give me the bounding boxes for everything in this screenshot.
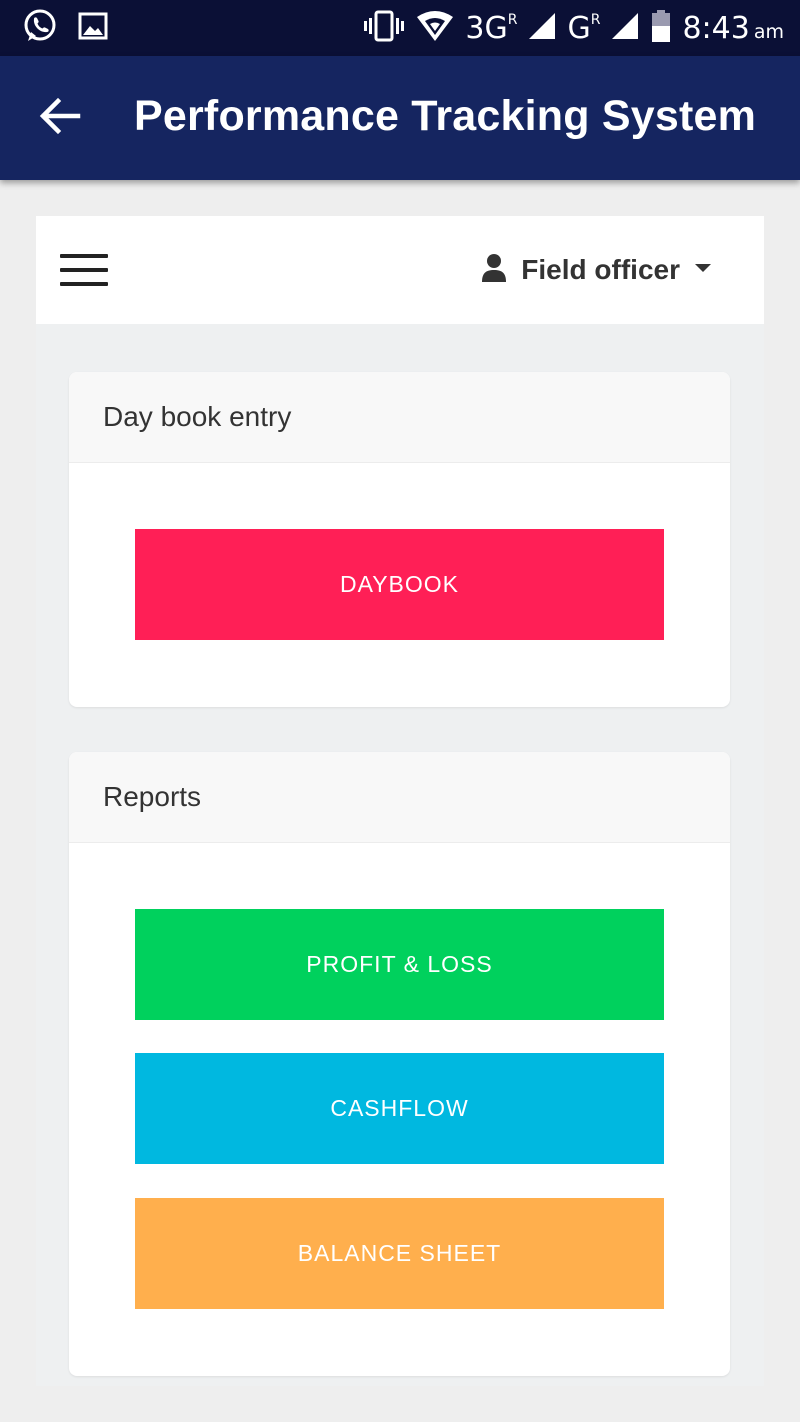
caret-down-icon — [694, 261, 712, 279]
hamburger-icon-line — [60, 254, 108, 258]
balance-sheet-button[interactable]: BALANCE SHEET — [135, 1198, 664, 1309]
signal-icon — [527, 11, 557, 46]
content-shell: Field officer Day book entry DAYBOOK Rep… — [36, 216, 764, 1386]
cashflow-button[interactable]: CASHFLOW — [135, 1053, 664, 1164]
reports-card-header: Reports — [69, 752, 730, 843]
image-icon — [78, 11, 108, 46]
daybook-button[interactable]: DAYBOOK — [135, 529, 664, 640]
top-navbar: Field officer — [36, 216, 764, 324]
daybook-card: Day book entry DAYBOOK — [69, 372, 730, 707]
user-name: Field officer — [521, 254, 680, 285]
status-clock: 8:43 am — [682, 10, 784, 46]
status-bar: 3G R GR 8:43 am — [0, 0, 800, 56]
user-menu-dropdown[interactable]: Field officer — [481, 252, 712, 288]
vibrate-icon — [363, 9, 405, 48]
hamburger-icon-line — [60, 268, 108, 272]
network-type-1: 3G R — [465, 10, 518, 46]
battery-icon — [650, 9, 672, 48]
arrow-left-icon — [38, 96, 82, 141]
hamburger-icon-line — [60, 282, 108, 286]
status-system: 3G R GR 8:43 am — [363, 8, 784, 48]
status-notifications — [22, 8, 108, 49]
menu-button[interactable] — [56, 250, 112, 290]
signal-icon — [610, 11, 640, 46]
reports-card: Reports PROFIT & LOSS CASHFLOW BALANCE S… — [69, 752, 730, 1376]
page-title: Performance Tracking System — [134, 92, 757, 140]
network-type-2: GR — [567, 10, 601, 46]
daybook-card-header: Day book entry — [69, 372, 730, 463]
whatsapp-icon — [22, 8, 58, 49]
app-bar: Performance Tracking System — [0, 56, 800, 180]
profit-loss-button[interactable]: PROFIT & LOSS — [135, 909, 664, 1020]
wifi-icon — [415, 9, 455, 48]
back-button[interactable] — [36, 94, 84, 142]
user-icon — [481, 253, 507, 288]
